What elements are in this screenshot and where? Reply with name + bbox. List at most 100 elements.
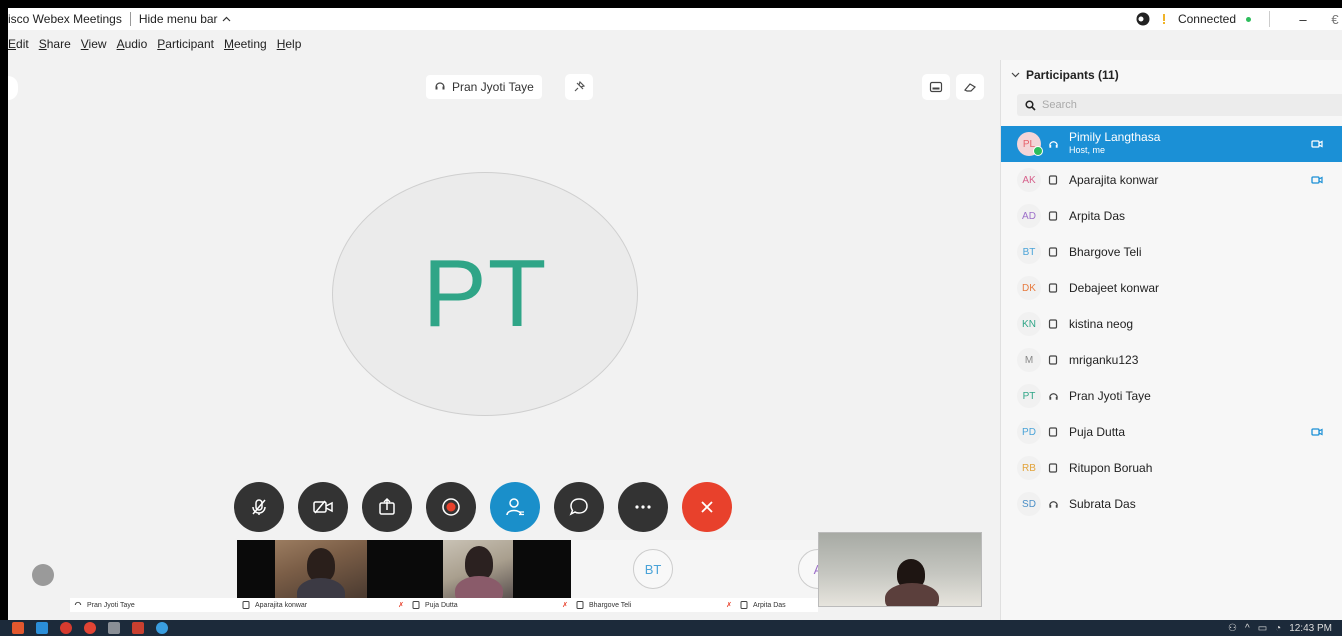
meeting-stage: Pran Jyoti Taye PT BT A Pran Jyoti Taye … — [8, 60, 1000, 620]
participants-header[interactable]: Participants (11) — [1011, 68, 1119, 82]
participant-name-block: Debajeet konwar — [1069, 280, 1160, 295]
chevron-up-icon — [222, 16, 230, 22]
participants-title: Participants (11) — [1026, 68, 1119, 82]
menu-edit[interactable]: Edit — [8, 37, 29, 51]
webex-window: isco Webex Meetings Hide menu bar Connec… — [8, 8, 1342, 620]
participants-button[interactable] — [490, 482, 540, 532]
participant-name-block: Ritupon Boruah — [1069, 460, 1153, 475]
share-button[interactable] — [362, 482, 412, 532]
phone-icon — [1047, 427, 1059, 437]
layout-icon — [929, 81, 943, 93]
video-off-icon — [313, 500, 333, 514]
self-view-body — [885, 583, 939, 606]
participant-name: Subrata Das — [1069, 496, 1136, 511]
participant-name-block: Aparajita konwar — [1069, 172, 1159, 187]
participant-row[interactable]: AK Aparajita konwar — [1001, 162, 1342, 198]
title-bar: isco Webex Meetings Hide menu bar Connec… — [8, 8, 1342, 30]
search-icon — [1025, 99, 1036, 111]
annotate-button[interactable] — [956, 74, 984, 100]
people-icon[interactable]: ⚇ — [1228, 623, 1237, 634]
menu-view[interactable]: View — [81, 37, 107, 51]
hide-menu-bar-button[interactable]: Hide menu bar — [139, 12, 231, 26]
taskbar-app-icon[interactable] — [108, 622, 120, 634]
video-tile-arpita[interactable]: A — [735, 540, 818, 598]
video-tile-puja[interactable] — [443, 540, 513, 598]
taskbar-webex-icon[interactable] — [156, 622, 168, 634]
film-label-bhargove: Bhargove Teli ✗ — [572, 598, 736, 612]
connection-info-icon[interactable] — [1160, 13, 1168, 25]
participant-row[interactable]: RB Ritupon Boruah — [1001, 450, 1342, 486]
participant-name: Aparajita konwar — [1069, 172, 1159, 187]
participant-row[interactable]: PD Puja Dutta — [1001, 414, 1342, 450]
chat-button[interactable] — [554, 482, 604, 532]
menu-share[interactable]: Share — [39, 37, 71, 51]
taskbar-app-icon[interactable] — [36, 622, 48, 634]
participant-row[interactable]: Mmriganku123 — [1001, 342, 1342, 378]
participant-avatar: PT — [1017, 384, 1041, 408]
hide-menu-bar-label: Hide menu bar — [138, 12, 218, 26]
minimize-button[interactable]: – — [1288, 12, 1318, 27]
taskbar-app-icon[interactable] — [60, 622, 72, 634]
participant-row[interactable]: SD Subrata Das — [1001, 486, 1342, 522]
menu-bar: Edit Share View Audio Participant Meetin… — [8, 32, 311, 56]
leave-meeting-button[interactable] — [682, 482, 732, 532]
participant-name-block: Arpita Das — [1069, 209, 1125, 223]
video-tile-bhargove[interactable]: BT — [571, 540, 735, 598]
menu-audio[interactable]: Audio — [117, 37, 148, 51]
phone-icon — [412, 601, 420, 609]
filmstrip-toggle[interactable] — [32, 564, 54, 586]
participant-name-block: Puja Dutta — [1069, 424, 1126, 439]
video-tile-aparajita[interactable] — [275, 540, 367, 598]
participant-row[interactable]: PT Pran Jyoti Taye — [1001, 378, 1342, 414]
search-placeholder: Search — [1042, 99, 1077, 111]
chevron-up-icon[interactable]: ^ — [1245, 623, 1250, 634]
clock[interactable]: 12:43 PM — [1289, 623, 1332, 634]
battery-icon[interactable]: ▭ — [1258, 623, 1267, 634]
menu-help[interactable]: Help — [277, 37, 302, 51]
tile-avatar-bt: BT — [633, 549, 673, 589]
menu-participant[interactable]: Participant — [157, 37, 214, 51]
muted-icon: ✗ — [398, 602, 404, 609]
layout-button[interactable] — [922, 74, 950, 100]
film-label-pran: Pran Jyoti Taye — [70, 598, 238, 612]
connection-status: Connected — [1177, 12, 1236, 26]
record-button[interactable] — [426, 482, 476, 532]
participant-name: Debajeet konwar — [1069, 280, 1160, 295]
film-label-aparajita: Aparajita konwar ✗ — [238, 598, 408, 612]
participant-row[interactable]: DK Debajeet konwar — [1001, 270, 1342, 306]
participant-search-input[interactable]: Search — [1017, 94, 1342, 116]
taskbar-app-icon[interactable] — [12, 622, 24, 634]
participant-row[interactable]: KN kistina neog — [1001, 306, 1342, 342]
mute-button[interactable] — [234, 482, 284, 532]
self-view-video[interactable] — [818, 532, 982, 607]
wifi-icon[interactable]: ◔ — [1275, 623, 1281, 634]
maximize-button[interactable]: € — [1328, 12, 1342, 27]
participant-row[interactable]: PL Pimily Langthasa Host, me — [1001, 126, 1342, 162]
participant-avatar: AD — [1017, 204, 1041, 228]
close-icon — [701, 501, 713, 513]
more-options-button[interactable] — [618, 482, 668, 532]
taskbar-app-icon[interactable] — [84, 622, 96, 634]
participant-name: Puja Dutta — [1069, 424, 1126, 439]
participant-row[interactable]: AD Arpita Das — [1001, 198, 1342, 234]
participant-name: Pran Jyoti Taye — [1069, 388, 1151, 403]
lock-speaker-button[interactable] — [565, 74, 593, 100]
phone-icon — [242, 601, 250, 609]
video-tile-black-3 — [513, 540, 571, 598]
participant-name-block: Subrata Das — [1069, 496, 1136, 511]
system-tray: ⚇ ^ ▭ ◔ 12:43 PM — [1228, 620, 1332, 636]
stop-video-button[interactable] — [298, 482, 348, 532]
title-separator — [129, 12, 131, 26]
participant-row[interactable]: BT Bhargove Teli — [1001, 234, 1342, 270]
participant-name: Ritupon Boruah — [1069, 460, 1153, 475]
participant-name-block: kistina neog — [1069, 317, 1133, 331]
participant-list: PL Pimily Langthasa Host, me AK Aparajita ko… — [1001, 126, 1342, 522]
windows-taskbar: ⚇ ^ ▭ ◔ 12:43 PM — [0, 620, 1342, 636]
participant-video-body — [455, 576, 503, 598]
taskbar-app-icon[interactable] — [132, 622, 144, 634]
participant-avatar: BT — [1017, 240, 1041, 264]
menu-meeting[interactable]: Meeting — [224, 37, 267, 51]
collapse-handle[interactable] — [8, 76, 18, 100]
record-icon — [442, 498, 460, 516]
host-badge-icon — [1033, 146, 1043, 156]
